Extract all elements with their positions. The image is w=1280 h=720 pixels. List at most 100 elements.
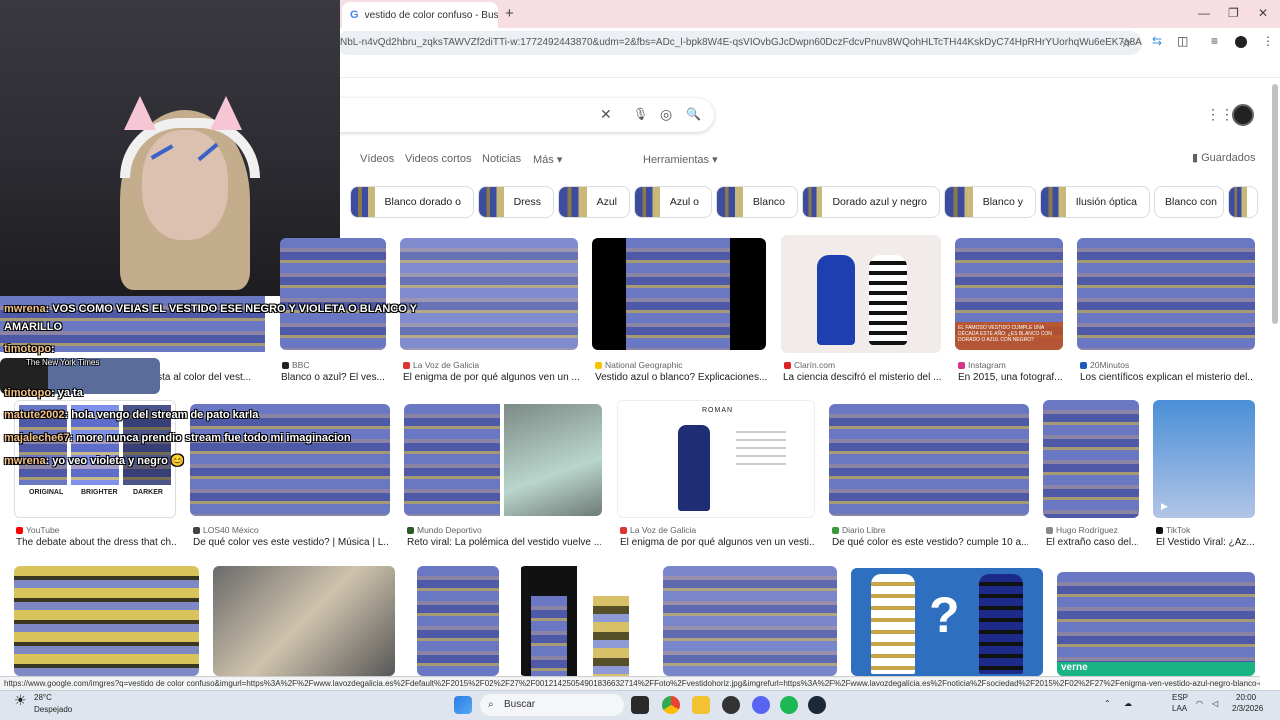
- caption-youtube[interactable]: The debate about the dress that ch...: [16, 537, 176, 548]
- caption-natgeo[interactable]: Vestido azul o blanco? Explicaciones...: [595, 372, 767, 383]
- nav-news[interactable]: Noticias: [482, 153, 521, 165]
- caption-lavoz-2[interactable]: El enigma de por qué algunos ven un vest…: [620, 537, 814, 548]
- nav-more[interactable]: Más ▾: [533, 153, 562, 166]
- start-windows-icon[interactable]: [454, 696, 472, 714]
- chat-message: matute2002: hola vengo del stream de pat…: [4, 409, 258, 421]
- maximize-button[interactable]: ❐: [1228, 6, 1239, 20]
- image-result-clarin[interactable]: [781, 235, 941, 353]
- obs-icon[interactable]: [722, 696, 740, 714]
- image-result-blurred[interactable]: [663, 566, 837, 676]
- image-result-illustration[interactable]: [519, 566, 645, 676]
- image-result-hugo[interactable]: [1043, 400, 1139, 518]
- caption-diario-libre[interactable]: De qué color es este vestido? cumple 10 …: [832, 537, 1028, 548]
- task-view-icon[interactable]: [631, 696, 649, 714]
- language-layout[interactable]: LAA: [1172, 704, 1187, 713]
- caption-instagram[interactable]: En 2015, una fotograf...: [958, 372, 1062, 383]
- language-indicator[interactable]: ESP: [1172, 693, 1188, 702]
- tab-google-search[interactable]: G vestido de color confuso - Busc ×: [342, 2, 498, 28]
- search-input[interactable]: ✕ 🎙 ◎ 🔍: [330, 98, 714, 132]
- chip-azul-o[interactable]: Azul o: [634, 186, 712, 218]
- wifi-icon[interactable]: ◠: [1196, 699, 1203, 708]
- bookmark-star-icon[interactable]: ☆: [1120, 31, 1132, 55]
- clear-icon[interactable]: ✕: [600, 106, 612, 123]
- image-result-person[interactable]: [417, 566, 499, 676]
- nav-short-videos[interactable]: Videos cortos: [405, 153, 471, 165]
- close-window-button[interactable]: ✕: [1258, 6, 1268, 20]
- chat-text: : more nunca prendio stream fue todo mi …: [69, 432, 351, 444]
- caption-20minutos[interactable]: Los científicos explican el misterio del…: [1080, 372, 1254, 383]
- chip-blanco-dorado[interactable]: Blanco dorado o: [350, 186, 474, 218]
- caption-partial[interactable]: uesta al color del vest...: [146, 372, 258, 383]
- steam-icon[interactable]: [808, 696, 826, 714]
- chip-blanco[interactable]: Blanco: [716, 186, 798, 218]
- chat-username: timotopo: [4, 343, 52, 355]
- image-result-tiktok[interactable]: ▶: [1153, 400, 1255, 518]
- spotify-icon[interactable]: [780, 696, 798, 714]
- image-result-question[interactable]: ?: [851, 568, 1043, 676]
- caption-lavoz[interactable]: El enigma de por qué algunos ven un ...: [403, 372, 579, 383]
- image-result-bbc[interactable]: [280, 238, 385, 350]
- product-details: [736, 431, 786, 471]
- image-result-mundo-deportivo[interactable]: [404, 404, 602, 516]
- image-result-model[interactable]: [213, 566, 395, 676]
- chip-label: Ilusión óptica: [1075, 196, 1137, 208]
- caption-hugo[interactable]: El extraño caso del...: [1046, 537, 1138, 548]
- tray-cloud-icon[interactable]: ☁: [1124, 699, 1132, 708]
- question-mark-icon: ?: [929, 587, 960, 643]
- extensions-icon[interactable]: ◫: [1177, 34, 1188, 48]
- file-explorer-icon[interactable]: [692, 696, 710, 714]
- minimize-button[interactable]: —: [1198, 6, 1210, 20]
- chat-text: :: [51, 343, 55, 355]
- image-result-stripes[interactable]: [14, 566, 199, 676]
- image-result-lavoz[interactable]: [400, 238, 578, 350]
- image-result-instagram[interactable]: EL FAMOSO VESTIDO CUMPLE UNA DÉCADA ESTE…: [955, 238, 1063, 350]
- chip-blanco-con[interactable]: Blanco con: [1154, 186, 1224, 218]
- clock-time[interactable]: 20:00: [1236, 693, 1256, 702]
- image-result-20minutos[interactable]: [1077, 238, 1255, 350]
- chip-ilusion-optica[interactable]: Ilusión óptica: [1040, 186, 1150, 218]
- new-tab-button[interactable]: +: [505, 5, 514, 22]
- tools-menu[interactable]: Herramientas ▾: [643, 153, 718, 166]
- image-result-verne[interactable]: verne: [1057, 572, 1255, 676]
- image-result-diario-libre[interactable]: [829, 404, 1029, 516]
- menu-icon[interactable]: ⋮: [1262, 34, 1274, 48]
- taskbar-search[interactable]: ⌕ Buscar: [480, 694, 624, 716]
- search-icon[interactable]: 🔍: [686, 107, 701, 121]
- address-bar[interactable]: NbL-n4vQd2hbru_zqksTAWVZf2diTTi-w:177249…: [336, 31, 1142, 55]
- reading-list-icon[interactable]: ≡: [1211, 34, 1218, 48]
- discord-icon[interactable]: [752, 696, 770, 714]
- image-result-lavoz-roman[interactable]: ROMAN: [617, 400, 815, 518]
- caption-los40[interactable]: De qué color ves este vestido? | Música …: [193, 537, 389, 548]
- chip-dorado-azul-negro[interactable]: Dorado azul y negro: [802, 186, 940, 218]
- volume-icon[interactable]: ◁: [1212, 699, 1218, 708]
- caption-clarin[interactable]: La ciencia descifró el misterio del ...: [783, 372, 941, 383]
- weather-temp[interactable]: 28°C: [34, 693, 52, 702]
- tray-chevron-icon[interactable]: ⌃: [1104, 699, 1111, 708]
- weather-desc[interactable]: Despejado: [34, 705, 72, 714]
- chip-dress[interactable]: Dress: [478, 186, 554, 218]
- chip-overflow[interactable]: [1228, 186, 1258, 218]
- apps-grid-icon[interactable]: ⋮⋮: [1206, 106, 1234, 123]
- translate-icon[interactable]: ⇆: [1152, 34, 1162, 48]
- caption-tiktok[interactable]: El Vestido Viral: ¿Az...: [1156, 537, 1256, 548]
- caption-mundo-deportivo[interactable]: Reto viral: La polémica del vestido vuel…: [407, 537, 601, 548]
- chrome-icon[interactable]: [662, 696, 680, 714]
- chip-thumbnail: [945, 187, 973, 217]
- nav-videos[interactable]: Vídeos: [360, 153, 394, 165]
- label-darker: DARKER: [133, 489, 163, 496]
- scrollbar-thumb[interactable]: [1272, 84, 1278, 324]
- chip-blanco-y[interactable]: Blanco y: [944, 186, 1036, 218]
- lens-icon[interactable]: ◎: [660, 106, 672, 123]
- image-result-natgeo[interactable]: [592, 238, 766, 350]
- profile-avatar-icon[interactable]: [1235, 36, 1247, 48]
- chip-azul[interactable]: Azul: [558, 186, 630, 218]
- source-diario-libre: Diario Libre: [832, 525, 885, 535]
- saved-link[interactable]: ▮ Guardados: [1192, 151, 1256, 164]
- clock-date[interactable]: 2/3/2026: [1232, 704, 1263, 713]
- weather-icon[interactable]: ☀: [14, 692, 27, 709]
- source-instagram: Instagram: [958, 360, 1006, 370]
- chat-text: : hola vengo del stream de pato karla: [64, 409, 259, 421]
- caption-bbc[interactable]: Blanco o azul? El ves...: [281, 372, 385, 383]
- account-avatar[interactable]: [1232, 104, 1254, 126]
- mic-icon[interactable]: 🎙: [633, 107, 648, 121]
